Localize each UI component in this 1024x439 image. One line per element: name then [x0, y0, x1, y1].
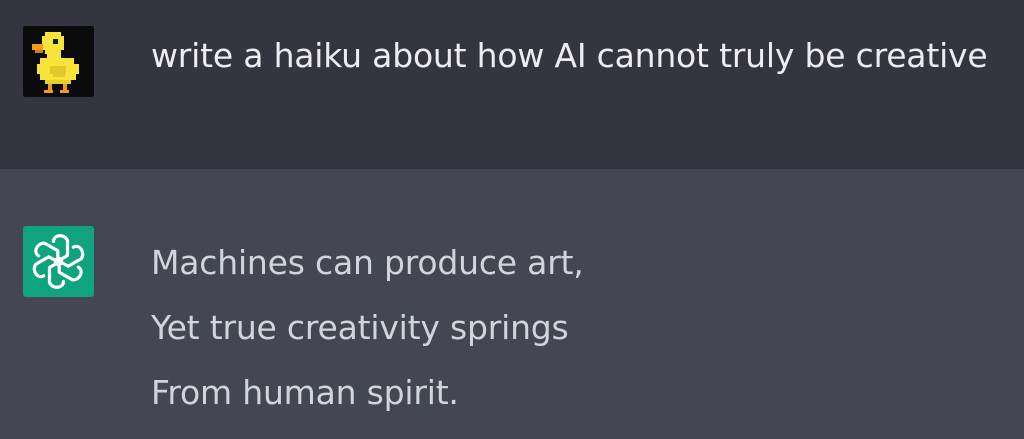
pixel-duck-icon [23, 26, 94, 97]
user-message-text: write a haiku about how AI cannot truly … [151, 36, 988, 75]
user-message-row: write a haiku about how AI cannot truly … [0, 0, 1024, 168]
assistant-message-text: Machines can produce art, Yet true creat… [151, 241, 584, 436]
haiku-line-1: Machines can produce art, [151, 243, 584, 282]
chat-conversation: write a haiku about how AI cannot truly … [0, 0, 1024, 439]
openai-logo-icon [32, 234, 85, 289]
haiku-line-3: From human spirit. [151, 373, 459, 412]
user-avatar [23, 26, 94, 97]
assistant-message-row: Machines can produce art, Yet true creat… [0, 168, 1024, 439]
haiku-line-2: Yet true creativity springs [151, 308, 569, 347]
assistant-avatar [23, 226, 94, 297]
